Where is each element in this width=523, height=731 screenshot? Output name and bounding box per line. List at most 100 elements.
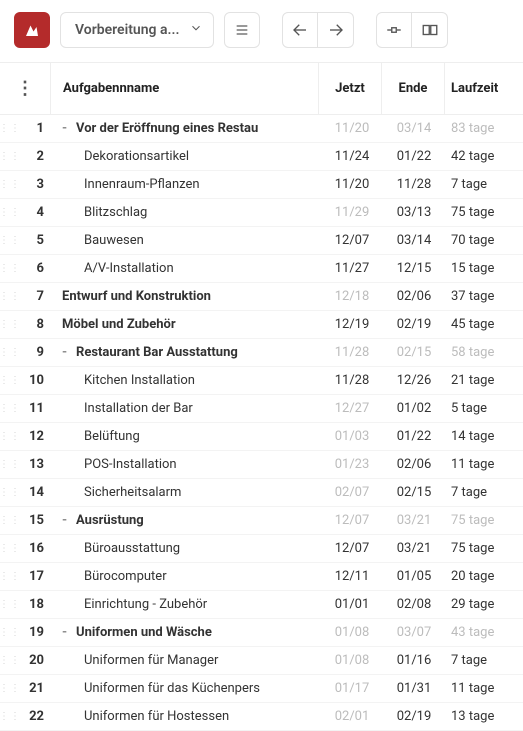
start-date-cell[interactable]: 11/20 bbox=[321, 177, 383, 192]
drag-handle-icon[interactable] bbox=[0, 293, 21, 301]
start-date-cell[interactable]: 12/07 bbox=[321, 233, 383, 248]
drag-handle-icon[interactable] bbox=[0, 461, 21, 469]
table-row[interactable]: 8Möbel und Zubehör12/1902/1945 tage bbox=[0, 311, 523, 339]
task-name-cell[interactable]: Kitchen Installation bbox=[54, 373, 321, 388]
task-name-cell[interactable]: Entwurf und Konstruktion bbox=[54, 289, 321, 304]
end-date-cell[interactable]: 03/21 bbox=[383, 513, 445, 528]
start-date-cell[interactable]: 11/29 bbox=[321, 205, 383, 220]
collapse-toggle-icon[interactable]: - bbox=[62, 625, 72, 640]
table-row[interactable]: 13POS-Installation01/2302/0611 tage bbox=[0, 451, 523, 479]
compact-view-button[interactable] bbox=[376, 12, 412, 48]
column-header-jetzt[interactable]: Jetzt bbox=[319, 81, 381, 96]
drag-handle-icon[interactable] bbox=[0, 489, 21, 497]
start-date-cell[interactable]: 01/08 bbox=[321, 625, 383, 640]
start-date-cell[interactable]: 01/03 bbox=[321, 429, 383, 444]
end-date-cell[interactable]: 01/02 bbox=[383, 401, 445, 416]
table-row[interactable]: 1-Vor der Eröffnung eines Restau11/2003/… bbox=[0, 115, 523, 143]
table-row[interactable]: 21Uniformen für das Küchenpers01/1701/31… bbox=[0, 675, 523, 703]
table-row[interactable]: 6A/V-Installation11/2712/1515 tage bbox=[0, 255, 523, 283]
task-name-cell[interactable]: -Vor der Eröffnung eines Restau bbox=[54, 121, 321, 136]
duration-cell[interactable]: 75 tage bbox=[445, 205, 523, 220]
split-view-button[interactable] bbox=[412, 12, 448, 48]
drag-handle-icon[interactable] bbox=[0, 153, 21, 161]
duration-cell[interactable]: 75 tage bbox=[445, 541, 523, 556]
end-date-cell[interactable]: 03/21 bbox=[383, 541, 445, 556]
redo-button[interactable] bbox=[318, 12, 354, 48]
drag-handle-icon[interactable] bbox=[0, 629, 21, 637]
table-row[interactable]: 20Uniformen für Manager01/0801/167 tage bbox=[0, 647, 523, 675]
drag-handle-icon[interactable] bbox=[0, 209, 21, 217]
column-header-name[interactable]: Aufgabennname bbox=[51, 81, 318, 96]
task-name-cell[interactable]: Möbel und Zubehör bbox=[54, 317, 321, 332]
start-date-cell[interactable]: 11/27 bbox=[321, 261, 383, 276]
duration-cell[interactable]: 5 tage bbox=[445, 401, 523, 416]
table-row[interactable]: 7Entwurf und Konstruktion12/1802/0637 ta… bbox=[0, 283, 523, 311]
task-name-cell[interactable]: Innenraum-Pflanzen bbox=[54, 177, 321, 192]
drag-handle-icon[interactable] bbox=[0, 657, 21, 665]
start-date-cell[interactable]: 12/18 bbox=[321, 289, 383, 304]
end-date-cell[interactable]: 02/15 bbox=[383, 485, 445, 500]
start-date-cell[interactable]: 01/23 bbox=[321, 457, 383, 472]
duration-cell[interactable]: 37 tage bbox=[445, 289, 523, 304]
project-title-dropdown[interactable]: Vorbereitung a... bbox=[60, 12, 214, 48]
start-date-cell[interactable]: 11/28 bbox=[321, 345, 383, 360]
table-row[interactable]: 18Einrichtung - Zubehör01/0102/0829 tage bbox=[0, 591, 523, 619]
table-row[interactable]: 11Installation der Bar12/2701/025 tage bbox=[0, 395, 523, 423]
duration-cell[interactable]: 11 tage bbox=[445, 681, 523, 696]
end-date-cell[interactable]: 12/26 bbox=[383, 373, 445, 388]
duration-cell[interactable]: 20 tage bbox=[445, 569, 523, 584]
start-date-cell[interactable]: 11/24 bbox=[321, 149, 383, 164]
end-date-cell[interactable]: 01/22 bbox=[383, 429, 445, 444]
end-date-cell[interactable]: 03/14 bbox=[383, 121, 445, 136]
drag-handle-icon[interactable] bbox=[0, 517, 21, 525]
task-name-cell[interactable]: Uniformen für das Küchenpers bbox=[54, 681, 321, 696]
table-row[interactable]: 12Belüftung01/0301/2214 tage bbox=[0, 423, 523, 451]
end-date-cell[interactable]: 01/16 bbox=[383, 653, 445, 668]
column-header-ende[interactable]: Ende bbox=[382, 81, 444, 96]
start-date-cell[interactable]: 02/07 bbox=[321, 485, 383, 500]
collapse-toggle-icon[interactable]: - bbox=[62, 513, 72, 528]
task-name-cell[interactable]: Büroausstattung bbox=[54, 541, 321, 556]
end-date-cell[interactable]: 01/22 bbox=[383, 149, 445, 164]
column-options-button[interactable]: ⋮ bbox=[16, 78, 34, 99]
start-date-cell[interactable]: 11/20 bbox=[321, 121, 383, 136]
end-date-cell[interactable]: 02/19 bbox=[383, 709, 445, 724]
duration-cell[interactable]: 43 tage bbox=[445, 625, 523, 640]
end-date-cell[interactable]: 02/15 bbox=[383, 345, 445, 360]
start-date-cell[interactable]: 02/01 bbox=[321, 709, 383, 724]
task-name-cell[interactable]: Bürocomputer bbox=[54, 569, 321, 584]
table-row[interactable]: 4Blitzschlag11/2903/1375 tage bbox=[0, 199, 523, 227]
start-date-cell[interactable]: 11/28 bbox=[321, 373, 383, 388]
duration-cell[interactable]: 21 tage bbox=[445, 373, 523, 388]
task-name-cell[interactable]: Bauwesen bbox=[54, 233, 321, 248]
end-date-cell[interactable]: 03/13 bbox=[383, 205, 445, 220]
task-name-cell[interactable]: -Restaurant Bar Ausstattung bbox=[54, 345, 321, 360]
task-name-cell[interactable]: POS-Installation bbox=[54, 457, 321, 472]
drag-handle-icon[interactable] bbox=[0, 573, 21, 581]
table-row[interactable]: 3Innenraum-Pflanzen11/2011/287 tage bbox=[0, 171, 523, 199]
start-date-cell[interactable]: 01/01 bbox=[321, 597, 383, 612]
duration-cell[interactable]: 7 tage bbox=[445, 485, 523, 500]
task-name-cell[interactable]: Installation der Bar bbox=[54, 401, 321, 416]
start-date-cell[interactable]: 12/11 bbox=[321, 569, 383, 584]
column-header-laufzeit[interactable]: Laufzeit bbox=[445, 81, 523, 96]
table-row[interactable]: 22Uniformen für Hostessen02/0102/1913 ta… bbox=[0, 703, 523, 731]
duration-cell[interactable]: 15 tage bbox=[445, 261, 523, 276]
drag-handle-icon[interactable] bbox=[0, 433, 21, 441]
end-date-cell[interactable]: 02/06 bbox=[383, 289, 445, 304]
duration-cell[interactable]: 83 tage bbox=[445, 121, 523, 136]
start-date-cell[interactable]: 01/17 bbox=[321, 681, 383, 696]
task-name-cell[interactable]: Einrichtung - Zubehör bbox=[54, 597, 321, 612]
task-name-cell[interactable]: Sicherheitsalarm bbox=[54, 485, 321, 500]
duration-cell[interactable]: 42 tage bbox=[445, 149, 523, 164]
undo-button[interactable] bbox=[282, 12, 318, 48]
start-date-cell[interactable]: 01/08 bbox=[321, 653, 383, 668]
end-date-cell[interactable]: 02/08 bbox=[383, 597, 445, 612]
task-name-cell[interactable]: Blitzschlag bbox=[54, 205, 321, 220]
table-row[interactable]: 17Bürocomputer12/1101/0520 tage bbox=[0, 563, 523, 591]
drag-handle-icon[interactable] bbox=[0, 237, 21, 245]
duration-cell[interactable]: 11 tage bbox=[445, 457, 523, 472]
drag-handle-icon[interactable] bbox=[0, 349, 21, 357]
task-name-cell[interactable]: Dekorationsartikel bbox=[54, 149, 321, 164]
table-row[interactable]: 9-Restaurant Bar Ausstattung11/2802/1558… bbox=[0, 339, 523, 367]
